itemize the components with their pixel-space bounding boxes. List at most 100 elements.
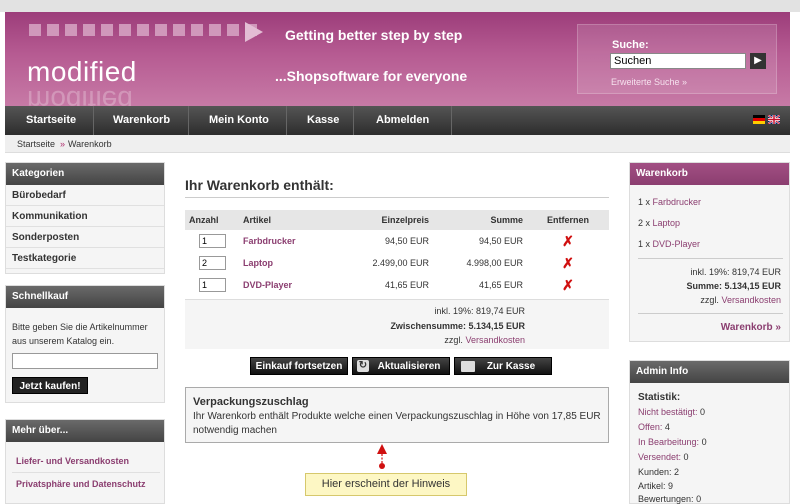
german-flag-icon[interactable] <box>753 115 765 124</box>
quickbuy-box: Schnellkauf Bitte geben Sie die Artikeln… <box>5 285 165 403</box>
more-link-privacy[interactable]: Privatsphäre und Datenschutz <box>16 479 146 489</box>
register-icon <box>461 361 475 372</box>
stat-row: Bewertungen: 0 <box>638 494 702 504</box>
search-label: Suche: <box>612 39 649 51</box>
quantity-input[interactable] <box>199 278 226 292</box>
shop-page: modified modified Getting better step by… <box>0 0 800 504</box>
quickbuy-input[interactable] <box>12 353 158 369</box>
nav-item-warenkorb[interactable]: Warenkorb <box>113 106 170 135</box>
more-about-title: Mehr über... <box>6 420 164 442</box>
english-flag-icon[interactable] <box>768 115 780 124</box>
advanced-search-link[interactable]: Erweiterte Suche » <box>611 77 687 87</box>
breadcrumb: Startseite » Warenkorb <box>5 135 790 153</box>
categories-title: Kategorien <box>6 163 164 185</box>
nav-item-kasse[interactable]: Kasse <box>307 106 339 135</box>
stat-row: Offen: 4 <box>638 422 670 432</box>
stat-row: Artikel: 9 <box>638 481 674 491</box>
annotation-tooltip: Hier erscheint der Hinweis <box>305 473 467 496</box>
more-about-box: Mehr über... Liefer- und Versandkosten P… <box>5 419 165 504</box>
product-link[interactable]: Laptop <box>243 258 273 268</box>
line-sum: 41,65 EUR <box>478 280 523 290</box>
remove-icon[interactable]: ✗ <box>562 233 574 249</box>
search-box: Suche: ▶ Erweiterte Suche » <box>577 24 777 94</box>
unit-price: 2.499,00 EUR <box>372 258 429 268</box>
remove-icon[interactable]: ✗ <box>562 277 574 293</box>
table-row: DVD-Player 41,65 EUR 41,65 EUR ✗ <box>185 274 609 296</box>
product-link[interactable]: DVD-Player <box>243 280 292 290</box>
refresh-icon: ↻ <box>357 360 369 372</box>
col-header-article: Artikel <box>239 210 339 230</box>
tagline-top: Getting better step by step <box>285 27 463 43</box>
stat-row: Nicht bestätigt: 0 <box>638 407 706 417</box>
header-banner: modified modified Getting better step by… <box>5 12 790 106</box>
sidebar-cart-link[interactable]: Warenkorb » <box>721 322 781 333</box>
more-link-shipping[interactable]: Liefer- und Versandkosten <box>16 456 129 466</box>
line-sum: 94,50 EUR <box>478 236 523 246</box>
subtotal-text: Zwischensumme: 5.134,15 EUR <box>390 321 525 331</box>
decor-squares <box>29 24 257 36</box>
page-title: Ihr Warenkorb enthält: <box>185 177 334 193</box>
quantity-input[interactable] <box>199 256 226 270</box>
sidebar-cart-item: 2 x Laptop <box>638 218 681 228</box>
category-link[interactable]: Kommunikation <box>6 206 164 227</box>
cart-totals: inkl. 19%: 819,74 EUR Zwischensumme: 5.1… <box>185 299 609 349</box>
checkout-label: Zur Kasse <box>486 361 536 372</box>
sidebar-sum: Summe: 5.134,15 EUR <box>686 281 781 291</box>
tagline-bottom: ...Shopsoftware for everyone <box>275 68 468 84</box>
shipping-note: zzgl. Versandkosten <box>444 335 525 345</box>
admin-info-box: Admin Info Statistik: Nicht bestätigt: 0… <box>629 360 790 504</box>
nav-item-mein-konto[interactable]: Mein Konto <box>209 106 269 135</box>
col-header-unit-price: Einzelpreis <box>339 210 433 230</box>
breadcrumb-current: Warenkorb <box>68 139 112 149</box>
search-go-button[interactable]: ▶ <box>750 53 766 69</box>
stat-row: In Bearbeitung: 0 <box>638 437 707 447</box>
line-sum: 4.998,00 EUR <box>466 258 523 268</box>
col-header-sum: Summe <box>433 210 527 230</box>
quantity-input[interactable] <box>199 234 226 248</box>
continue-shopping-button[interactable]: Einkauf fortsetzen <box>250 357 348 375</box>
logo-reflection: modified <box>27 85 133 106</box>
table-row: Farbdrucker 94,50 EUR 94,50 EUR ✗ <box>185 230 609 252</box>
notice-body: Ihr Warenkorb enthält Produkte welche ei… <box>193 411 601 436</box>
cart-sidebar-box: Warenkorb 1 x Farbdrucker 2 x Laptop 1 x… <box>629 162 790 342</box>
checkout-button[interactable]: Zur Kasse <box>454 357 552 375</box>
unit-price: 41,65 EUR <box>384 280 429 290</box>
nav-item-abmelden[interactable]: Abmelden <box>376 106 429 135</box>
category-link[interactable]: Testkategorie <box>6 248 164 269</box>
pointer-arrow-icon <box>377 444 387 469</box>
top-strip <box>0 0 800 12</box>
update-label: Aktualisieren <box>377 361 441 372</box>
stat-row: Versendet: 0 <box>638 452 689 462</box>
shipping-link[interactable]: Versandkosten <box>465 335 525 345</box>
stats-heading: Statistik: <box>638 392 681 403</box>
breadcrumb-home[interactable]: Startseite <box>17 139 55 149</box>
categories-box: Kategorien Bürobedarf Kommunikation Sond… <box>5 162 165 274</box>
cart-table: Anzahl Artikel Einzelpreis Summe Entfern… <box>185 210 609 296</box>
search-input[interactable] <box>610 53 746 69</box>
cart-sidebar-title: Warenkorb <box>630 163 789 185</box>
arrow-right-icon: ▶ <box>754 55 762 66</box>
quickbuy-title: Schnellkauf <box>6 286 164 308</box>
col-header-remove: Entfernen <box>527 210 609 230</box>
category-link[interactable]: Sonderposten <box>6 227 164 248</box>
unit-price: 94,50 EUR <box>384 236 429 246</box>
sidebar-cart-item: 1 x DVD-Player <box>638 239 701 249</box>
main-nav: Startseite Warenkorb Mein Konto Kasse Ab… <box>5 106 790 135</box>
breadcrumb-separator: » <box>60 139 66 149</box>
sidebar-tax: inkl. 19%: 819,74 EUR <box>690 267 781 277</box>
stat-row: Kunden: 2 <box>638 467 680 477</box>
category-link[interactable]: Bürobedarf <box>6 185 164 206</box>
shipping-prefix: zzgl. <box>444 335 463 345</box>
quickbuy-text: Bitte geben Sie die Artikelnummer aus un… <box>12 322 148 346</box>
quickbuy-button[interactable]: Jetzt kaufen! <box>12 377 88 394</box>
nav-item-startseite[interactable]: Startseite <box>26 106 76 135</box>
sidebar-cart-item: 1 x Farbdrucker <box>638 197 702 207</box>
remove-icon[interactable]: ✗ <box>562 255 574 271</box>
col-header-qty: Anzahl <box>185 210 239 230</box>
notice-title: Verpackungszuschlag <box>193 396 309 408</box>
sidebar-shipping: zzgl. Versandkosten <box>700 295 781 305</box>
tax-text: inkl. 19%: 819,74 EUR <box>434 306 525 316</box>
update-button[interactable]: ↻ Aktualisieren <box>352 357 450 375</box>
product-link[interactable]: Farbdrucker <box>243 236 296 246</box>
packaging-notice: Verpackungszuschlag Ihr Warenkorb enthäl… <box>185 387 609 443</box>
